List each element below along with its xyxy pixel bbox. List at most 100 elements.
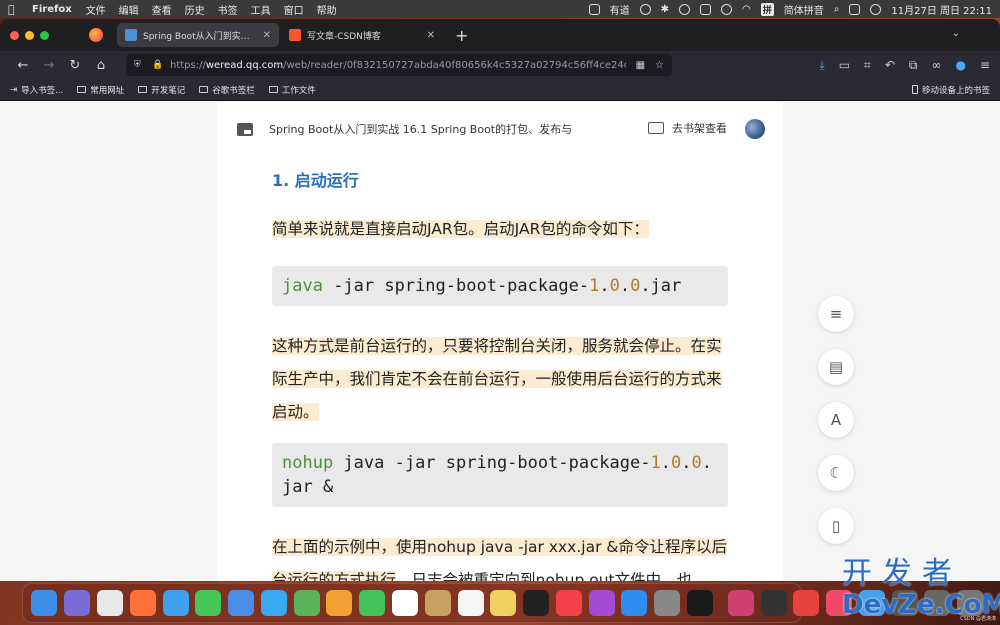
toolbar-right: ⤓ ▭ ⌗ ↶ ⧉ ∞ ● ≡ <box>819 58 990 73</box>
dock-app-icon[interactable] <box>727 590 754 616</box>
battery-icon[interactable] <box>700 3 712 15</box>
home-icon[interactable]: ⌂ <box>88 58 114 73</box>
user-icon[interactable] <box>721 3 733 15</box>
control-center-icon[interactable] <box>849 3 861 15</box>
bookmark-folder[interactable]: 开发笔记 <box>138 84 185 96</box>
calendar-status-icon[interactable] <box>588 3 600 15</box>
menu-bookmarks[interactable]: 书签 <box>218 2 238 17</box>
clock[interactable]: 11月27日 周日 22:11 <box>891 2 992 17</box>
siri-icon[interactable] <box>870 3 882 15</box>
dock-app-icon[interactable] <box>195 590 222 616</box>
close-tab-icon[interactable]: ✕ <box>263 30 271 41</box>
new-tab-icon[interactable]: + <box>455 26 468 45</box>
dock-app-icon[interactable] <box>64 590 91 616</box>
notification-icon[interactable] <box>639 3 651 15</box>
qr-code-icon[interactable]: ▦ <box>636 60 645 71</box>
extension-icon[interactable]: ▭ <box>839 58 850 73</box>
close-tab-icon[interactable]: ✕ <box>427 30 435 41</box>
account-icon[interactable]: ● <box>955 58 965 73</box>
star-icon[interactable]: ☆ <box>655 60 664 71</box>
code-block: java -jar spring-boot-package-1.0.0.jar <box>272 266 728 306</box>
lock-icon[interactable]: 🔒 <box>152 60 163 71</box>
undo-icon[interactable]: ↶ <box>885 58 895 73</box>
bookmark-folder[interactable]: 谷歌书签栏 <box>199 84 255 96</box>
menu-icon[interactable]: ≡ <box>980 58 990 73</box>
mobile-bookmarks[interactable]: 移动设备上的书签 <box>911 84 990 96</box>
dock-app-icon[interactable] <box>490 590 517 616</box>
menu-history[interactable]: 历史 <box>185 2 205 17</box>
url-text[interactable]: https://weread.qq.com/web/reader/0f83215… <box>170 60 626 71</box>
back-icon[interactable]: ← <box>10 58 36 73</box>
dock-app-icon[interactable] <box>228 590 255 616</box>
crop-icon[interactable]: ⌗ <box>864 58 871 73</box>
play-icon[interactable] <box>679 3 691 15</box>
dock-app-icon[interactable] <box>523 590 550 616</box>
search-icon[interactable]: ⌕ <box>834 4 840 15</box>
dock <box>22 583 984 623</box>
menu-file[interactable]: 文件 <box>86 2 106 17</box>
shield-icon[interactable]: ⛨ <box>134 60 144 71</box>
folder-icon <box>199 86 209 93</box>
app-menu[interactable]: Firefox <box>32 4 72 15</box>
ime-icon[interactable]: 拼 <box>760 2 774 16</box>
apple-icon[interactable]:  <box>8 3 20 16</box>
url-bar[interactable]: ⛨ 🔒 https://weread.qq.com/web/reader/0f8… <box>126 54 672 76</box>
paragraph: 简单来说就是直接启动JAR包。启动JAR包的命令如下： <box>272 220 649 238</box>
youdao-status[interactable]: 有道 <box>610 2 630 17</box>
dock-app-icon[interactable] <box>654 590 681 616</box>
menu-window[interactable]: 窗口 <box>284 2 304 17</box>
chevron-down-icon[interactable]: ⌄ <box>952 28 960 39</box>
avatar[interactable] <box>745 119 765 139</box>
zoom-window-button[interactable] <box>40 30 49 40</box>
glasses-icon[interactable]: ∞ <box>931 58 941 73</box>
font-icon[interactable]: A <box>818 402 854 438</box>
minimize-window-button[interactable] <box>25 30 34 40</box>
bluetooth-icon[interactable]: ✱ <box>661 4 669 15</box>
csdn-credit: CSDN @君涛涛 <box>960 616 996 622</box>
dock-app-icon[interactable] <box>359 590 386 616</box>
dock-app-icon[interactable] <box>588 590 615 616</box>
ime-label[interactable]: 简体拼音 <box>784 2 824 17</box>
dock-app-icon[interactable] <box>162 590 189 616</box>
menu-edit[interactable]: 编辑 <box>119 2 139 17</box>
list-icon[interactable]: ≡ <box>818 296 854 332</box>
dock-app-icon[interactable] <box>621 590 648 616</box>
dock-app-icon[interactable] <box>391 590 418 616</box>
paragraph: 在上面的示例中，使用nohup java -jar xxx.jar &命令让程序… <box>272 531 728 581</box>
bookmark-import[interactable]: ⇥ 导入书签... <box>10 84 63 96</box>
dock-app-icon[interactable] <box>129 590 156 616</box>
wifi-icon[interactable]: ◠ <box>742 4 751 15</box>
phone-icon[interactable]: ▯ <box>818 508 854 544</box>
dock-app-icon[interactable] <box>555 590 582 616</box>
firefox-view-icon[interactable] <box>89 28 103 42</box>
dock-app-icon[interactable] <box>326 590 353 616</box>
dock-app-icon[interactable] <box>293 590 320 616</box>
close-window-button[interactable] <box>10 30 19 40</box>
dock-app-icon[interactable] <box>31 590 58 616</box>
menu-help[interactable]: 帮助 <box>317 2 337 17</box>
dock-app-icon[interactable] <box>793 590 820 616</box>
dock-app-icon[interactable] <box>96 590 123 616</box>
menu-tools[interactable]: 工具 <box>251 2 271 17</box>
comment-icon[interactable]: ▤ <box>818 349 854 385</box>
bookmark-folder[interactable]: 工作文件 <box>268 84 316 96</box>
catalog-icon[interactable] <box>237 122 253 136</box>
dock-app-icon[interactable] <box>457 590 484 616</box>
shelf-button[interactable]: 去书架查看 <box>648 120 727 136</box>
menu-view[interactable]: 查看 <box>152 2 172 17</box>
dock-app-icon[interactable] <box>424 590 451 616</box>
section-heading: 1. 启动运行 <box>272 171 359 190</box>
moon-icon[interactable]: ☾ <box>818 455 854 491</box>
dock-app-icon[interactable] <box>760 590 787 616</box>
dock-app-icon[interactable] <box>687 590 714 616</box>
bookmark-folder[interactable]: 常用网址 <box>77 84 124 96</box>
forward-icon[interactable]: → <box>36 58 62 73</box>
nav-bar: ← → ↻ ⌂ ⛨ 🔒 https://weread.qq.com/web/re… <box>0 51 1000 79</box>
tab-weread[interactable]: Spring Boot从入门到实战-章为忠 ✕ <box>117 23 279 47</box>
share-icon[interactable]: ⧉ <box>909 58 918 73</box>
reader-page: Spring Boot从入门到实战 16.1 Spring Boot的打包、发布… <box>217 101 783 581</box>
dock-app-icon[interactable] <box>260 590 287 616</box>
tab-csdn[interactable]: 写文章-CSDN博客 ✕ <box>281 23 443 47</box>
download-icon[interactable]: ⤓ <box>819 58 824 73</box>
reload-icon[interactable]: ↻ <box>62 58 88 73</box>
